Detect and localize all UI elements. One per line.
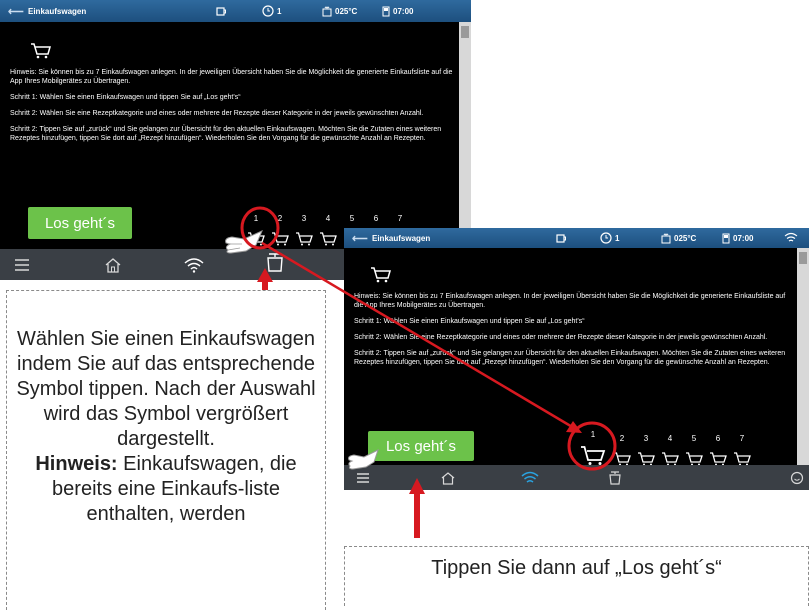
callout2-arrow-head: [409, 478, 425, 494]
instruction-callout-select-cart: Wählen Sie einen Einkaufswagen indem Sie…: [6, 290, 326, 610]
callout-hint-label: Hinweis:: [35, 453, 118, 475]
callout1-arrow-head: [257, 268, 273, 282]
callout-text: Wählen Sie einen Einkaufswagen indem Sie…: [16, 328, 316, 450]
callout-text: Tippen Sie dann auf „Los geht´s“: [431, 557, 722, 579]
callout2-arrow-shaft: [414, 490, 420, 538]
instruction-callout-tap-go: Tippen Sie dann auf „Los geht´s“: [344, 546, 809, 606]
arrow-head: [566, 421, 582, 433]
